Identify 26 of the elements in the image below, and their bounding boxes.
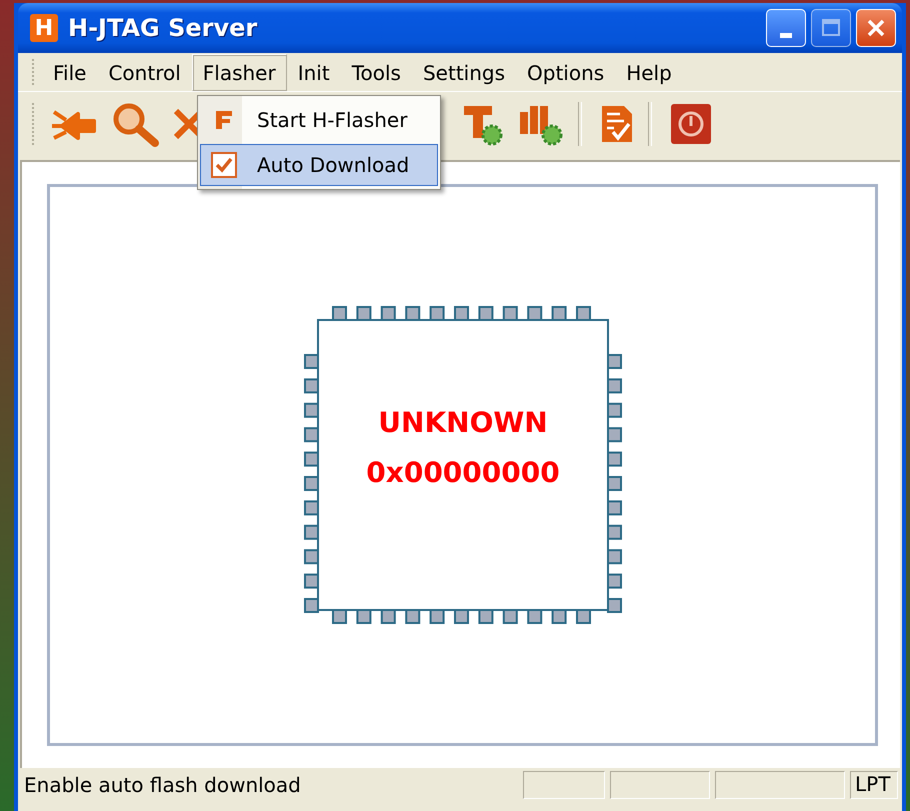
minimize-icon <box>780 32 792 38</box>
status-message: Enable auto flash download <box>24 772 302 796</box>
power-icon[interactable] <box>670 103 712 145</box>
checkbox[interactable] <box>211 152 237 178</box>
window-title: H-JTAG Server <box>68 14 258 42</box>
menu-item[interactable]: Options <box>516 54 616 90</box>
maximize-icon <box>821 18 841 38</box>
chip-id: 0x00000000 <box>366 456 560 489</box>
close-button[interactable] <box>856 9 896 47</box>
menu-item[interactable]: Control <box>97 54 192 90</box>
menu-item[interactable]: Settings <box>412 54 516 90</box>
menu-item[interactable]: Help <box>615 54 683 90</box>
maximize-button[interactable] <box>811 9 851 47</box>
menu-item[interactable]: File <box>42 54 98 90</box>
flasher-icon <box>214 109 234 131</box>
menu-option[interactable]: Start H-Flasher <box>200 99 438 141</box>
minimize-button[interactable] <box>766 9 806 47</box>
port-indicator: LPT <box>850 770 898 798</box>
close-icon <box>866 18 886 38</box>
menu-item[interactable]: Init <box>286 54 341 90</box>
menu-option[interactable]: Auto Download <box>200 144 438 186</box>
chip-name: UNKNOWN <box>378 406 548 439</box>
menu-item[interactable]: Tools <box>340 54 412 90</box>
menu-item[interactable]: Flasher <box>192 54 287 90</box>
checklist-icon[interactable] <box>600 104 634 144</box>
app-logo: H <box>30 14 58 42</box>
